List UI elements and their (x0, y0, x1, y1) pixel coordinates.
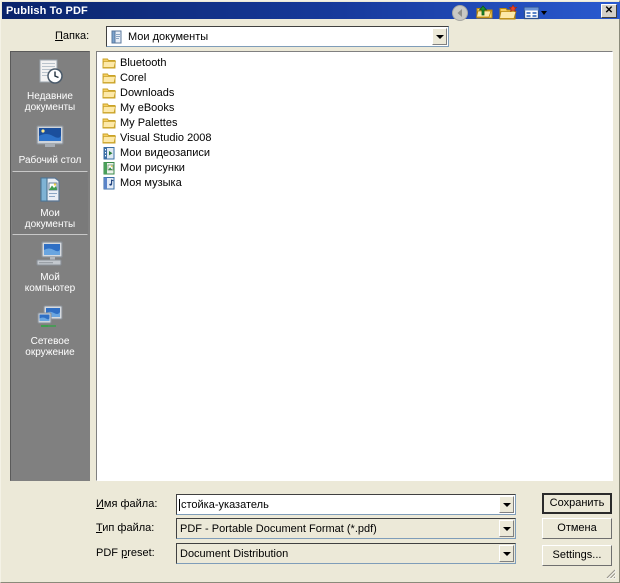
up-one-level-button[interactable] (474, 3, 495, 23)
places-item-label-2: компьютер (24, 283, 76, 294)
close-button[interactable]: ✕ (601, 3, 617, 18)
file-name-combobox[interactable]: стойка-указатель (176, 494, 516, 515)
views-button[interactable] (522, 3, 549, 23)
my-pictures-icon (102, 161, 116, 175)
look-in-row: Папка: Мои документы (9, 26, 613, 48)
file-type-value: PDF - Portable Document Format (*.pdf) (180, 522, 377, 535)
file-list-item-name: Мои видеозаписи (120, 146, 211, 159)
file-list-item-name: Corel (120, 71, 147, 84)
file-type-dropdown-arrow[interactable] (499, 520, 514, 537)
file-list-item[interactable]: Моя музыка (100, 175, 612, 190)
places-item-recent-documents[interactable]: Недавние документы (12, 54, 88, 118)
look-in-label: Папка: (55, 30, 89, 42)
pdf-preset-label-rest: reset: (127, 547, 155, 559)
places-item-label: Недавние (27, 91, 73, 102)
file-name-label-rest: мя файла: (103, 498, 158, 510)
places-item-network-places[interactable]: Сетевое окружение (12, 299, 88, 363)
pdf-preset-combobox-content: Document Distribution (177, 544, 498, 563)
file-list-item[interactable]: My Palettes (100, 115, 612, 130)
folder-icon (102, 101, 116, 115)
close-icon: ✕ (604, 4, 614, 16)
file-type-label: Тип файла: (96, 522, 154, 534)
file-list-item-name: Visual Studio 2008 (120, 131, 212, 144)
file-name-value: стойка-указатель (181, 498, 269, 511)
settings-button-label: Settings... (552, 549, 602, 561)
file-list-item-name: My Palettes (120, 116, 178, 129)
look-in-value: Мои документы (128, 30, 209, 43)
folder-icon (102, 71, 116, 85)
file-list-item[interactable]: My eBooks (100, 100, 612, 115)
network-places-icon (34, 305, 66, 336)
places-item-my-documents[interactable]: Мои документы (12, 171, 88, 235)
dialog-toolbar (450, 2, 549, 23)
create-new-folder-button[interactable] (498, 3, 519, 23)
file-list-item[interactable]: Corel (100, 70, 612, 85)
file-list-item-name: Моя музыка (120, 176, 182, 189)
text-caret (179, 498, 180, 511)
file-list-item[interactable]: Visual Studio 2008 (100, 130, 612, 145)
desktop-icon (34, 125, 66, 155)
places-item-label-2: документы (24, 219, 76, 230)
file-list-item[interactable]: Мои видеозаписи (100, 145, 612, 160)
cancel-button[interactable]: Отмена (542, 518, 612, 539)
cancel-button-label: Отмена (557, 522, 597, 534)
look-in-label-accel: П (55, 30, 63, 42)
file-list-item[interactable]: Downloads (100, 85, 612, 100)
file-name-label: Имя файла: (96, 498, 157, 510)
file-list-item[interactable]: Bluetooth (100, 55, 612, 70)
pdf-preset-dropdown-arrow[interactable] (499, 545, 514, 562)
places-bar: Недавние документы Рабочий стол Мои доку… (10, 51, 90, 481)
file-list-item[interactable]: Мои рисунки (100, 160, 612, 175)
folder-icon (102, 116, 116, 130)
places-item-my-computer[interactable]: Мой компьютер (12, 235, 88, 299)
file-list-item-name: Downloads (120, 86, 175, 99)
pdf-preset-label: PDF preset: (96, 547, 155, 559)
my-documents-icon (34, 177, 66, 208)
pdf-preset-value: Document Distribution (180, 547, 289, 560)
look-in-label-rest: апка: (62, 30, 90, 42)
my-computer-icon (34, 241, 66, 272)
window-title: Publish To PDF (6, 4, 88, 17)
places-item-label: Сетевое (30, 336, 70, 347)
folder-icon (102, 56, 116, 70)
places-item-label: Рабочий стол (18, 155, 82, 166)
file-list-item-name: Bluetooth (120, 56, 167, 69)
file-name-dropdown-arrow[interactable] (499, 496, 514, 513)
file-list-item-name: Мои рисунки (120, 161, 185, 174)
file-name-label-accel: И (96, 498, 104, 510)
places-item-desktop[interactable]: Рабочий стол (12, 118, 88, 171)
recent-documents-icon (34, 59, 66, 91)
save-button-label: Сохранить (549, 497, 605, 509)
look-in-dropdown-arrow[interactable] (432, 28, 447, 45)
places-item-label: Мой (40, 272, 60, 283)
folder-icon (102, 131, 116, 145)
file-list[interactable]: Bluetooth Corel Downloads My eBooks My P… (96, 51, 613, 481)
settings-button[interactable]: Settings... (542, 545, 612, 566)
places-item-label-2: окружение (25, 347, 75, 358)
file-type-combobox[interactable]: PDF - Portable Document Format (*.pdf) (176, 518, 516, 539)
my-videos-icon (102, 146, 116, 160)
pdf-preset-label-pre: PDF (96, 547, 122, 559)
back-button[interactable] (450, 3, 471, 23)
my-music-icon (102, 176, 116, 190)
places-item-label: Мои (40, 208, 60, 219)
file-type-label-rest: ип файла: (102, 522, 155, 534)
folder-icon (102, 86, 116, 100)
places-item-label-2: документы (24, 102, 76, 113)
pdf-preset-combobox[interactable]: Document Distribution (176, 543, 516, 564)
my-documents-icon (110, 30, 124, 44)
save-button[interactable]: Сохранить (542, 493, 612, 514)
file-list-item-name: My eBooks (120, 101, 175, 114)
file-name-input[interactable]: стойка-указатель (177, 495, 498, 514)
file-type-combobox-content: PDF - Portable Document Format (*.pdf) (177, 519, 498, 538)
resize-grip[interactable] (603, 566, 617, 580)
publish-to-pdf-dialog: Publish To PDF ✕ Папка: Мои документы Не… (0, 0, 620, 583)
look-in-combobox-content: Мои документы (107, 27, 431, 46)
look-in-combobox[interactable]: Мои документы (106, 26, 449, 47)
